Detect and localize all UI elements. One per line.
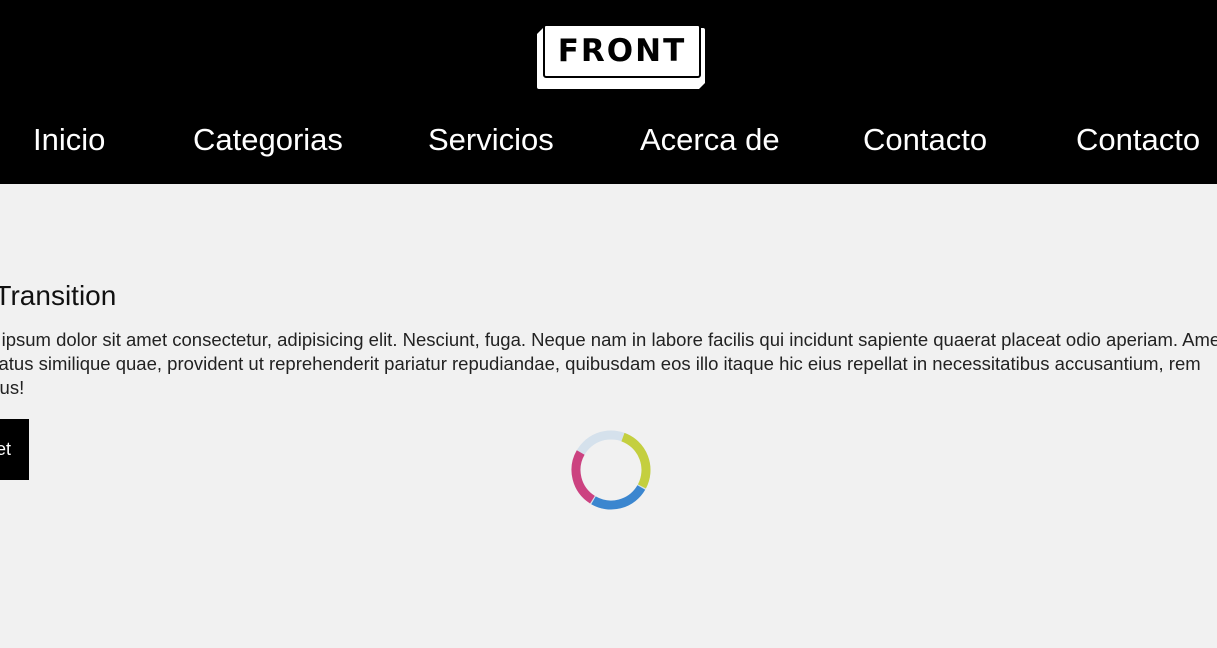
main-nav: Inicio Categorias Servicios Acerca de Co… (0, 118, 1217, 162)
site-header: FRONT Inicio Categorias Servicios Acerca… (0, 0, 1217, 184)
main-content: Lazy Transition Lorem ipsum dolor sit am… (0, 184, 1217, 648)
get-button[interactable]: Get (0, 419, 29, 480)
section-paragraph: Lorem ipsum dolor sit amet consectetur, … (0, 328, 1217, 400)
nav-item-categorias[interactable]: Categorias (193, 118, 343, 162)
spinner-arc-blue (591, 485, 646, 510)
paragraph-line-3: doloribus! (0, 377, 25, 398)
logo[interactable]: FRONT (537, 24, 709, 90)
nav-item-acerca-de[interactable]: Acerca de (640, 118, 780, 162)
nav-item-contacto[interactable]: Contacto (863, 118, 987, 162)
spinner-arc-green (621, 432, 651, 489)
nav-item-servicios[interactable]: Servicios (428, 118, 554, 162)
paragraph-line-2: iusto natus similique quae, provident ut… (0, 353, 1201, 374)
nav-item-contacto-2[interactable]: Contacto (1076, 118, 1200, 162)
nav-item-inicio[interactable]: Inicio (33, 118, 105, 162)
logo-text: FRONT (543, 24, 701, 78)
section-heading: Lazy Transition (0, 280, 117, 311)
loading-spinner-icon (571, 430, 651, 510)
spinner-arc-pink (571, 450, 596, 504)
paragraph-line-1: Lorem ipsum dolor sit amet consectetur, … (0, 329, 1217, 350)
